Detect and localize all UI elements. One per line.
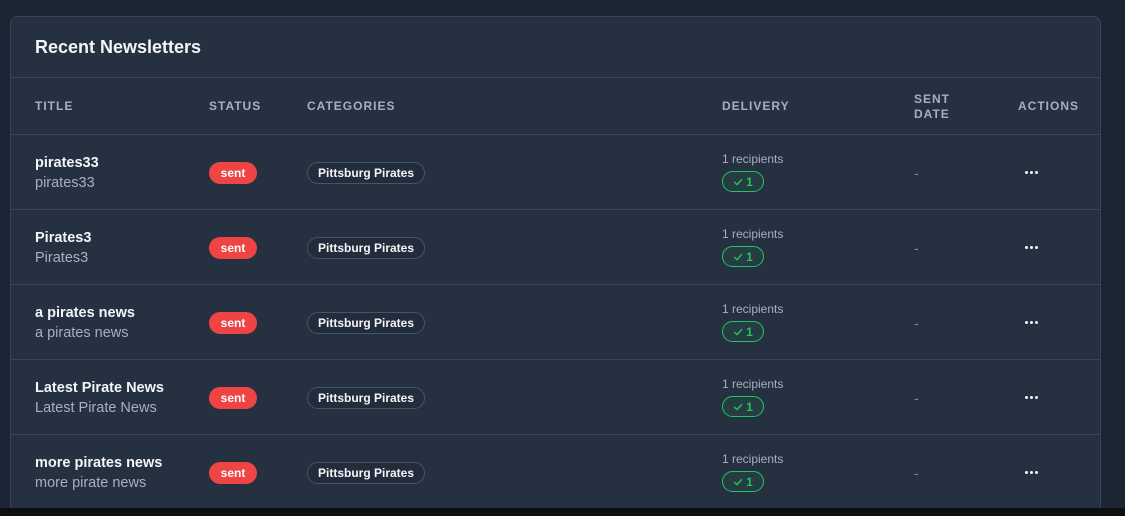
check-icon: [733, 403, 743, 410]
column-header-categories[interactable]: Categories: [307, 78, 395, 135]
column-header-actions: Actions: [1018, 99, 1079, 113]
newsletter-subtitle: a pirates news: [35, 324, 129, 341]
more-actions-button[interactable]: [1018, 163, 1044, 183]
newsletter-subtitle: more pirate news: [35, 474, 147, 491]
newsletter-title[interactable]: Latest Pirate News: [35, 378, 200, 398]
status-badge: sent: [209, 161, 257, 184]
column-header-sent-date[interactable]: Sent Date: [914, 78, 950, 135]
sent-date: -: [914, 239, 919, 256]
category-chip: Pittsburg Pirates: [307, 461, 426, 484]
delivered-count: 1: [746, 249, 753, 264]
newsletter-title[interactable]: a pirates news: [35, 303, 200, 323]
more-actions-button[interactable]: [1018, 313, 1044, 333]
recipients-count: 1 recipients: [722, 227, 784, 241]
status-badge: sent: [209, 311, 257, 334]
check-icon: [733, 178, 743, 185]
delivered-badge: 1: [722, 171, 764, 192]
category-chip: Pittsburg Pirates: [307, 161, 426, 184]
status-badge: sent: [209, 461, 257, 484]
sent-date: -: [914, 164, 919, 181]
card-title: Recent Newsletters: [11, 17, 1100, 78]
recipients-count: 1 recipients: [722, 152, 784, 166]
category-chip: Pittsburg Pirates: [307, 236, 426, 259]
more-horizontal-icon: [1024, 471, 1028, 474]
table-row[interactable]: Latest Pirate News Latest Pirate News se…: [11, 360, 1100, 435]
newsletter-title[interactable]: Pirates3: [35, 228, 200, 248]
category-chip: Pittsburg Pirates: [307, 386, 426, 409]
check-icon: [733, 328, 743, 335]
bottom-edge-bar: [0, 508, 1125, 516]
more-actions-button[interactable]: [1018, 238, 1044, 258]
sent-date: -: [914, 314, 919, 331]
table-row[interactable]: more pirates news more pirate news sent …: [11, 435, 1100, 510]
recipients-count: 1 recipients: [722, 377, 784, 391]
table-row[interactable]: Pirates3 Pirates3 sent Pittsburg Pirates…: [11, 210, 1100, 285]
status-badge: sent: [209, 386, 257, 409]
delivered-count: 1: [746, 474, 753, 489]
newsletters-card: Recent Newsletters Title Status Categori…: [10, 16, 1101, 516]
more-horizontal-icon: [1024, 171, 1028, 174]
table-row[interactable]: a pirates news a pirates news sent Pitts…: [11, 285, 1100, 360]
newsletter-subtitle: Pirates3: [35, 249, 89, 266]
table-body: pirates33 pirates33 sent Pittsburg Pirat…: [11, 135, 1100, 510]
check-icon: [733, 478, 743, 485]
sent-date: -: [914, 464, 919, 481]
more-horizontal-icon: [1024, 321, 1028, 324]
delivered-count: 1: [746, 399, 753, 414]
delivered-badge: 1: [722, 471, 764, 492]
newsletter-title[interactable]: pirates33: [35, 153, 200, 173]
status-badge: sent: [209, 236, 257, 259]
delivered-badge: 1: [722, 396, 764, 417]
sent-date: -: [914, 389, 919, 406]
newsletter-title[interactable]: more pirates news: [35, 453, 200, 473]
column-header-delivery[interactable]: Delivery: [722, 78, 790, 135]
more-actions-button[interactable]: [1018, 388, 1044, 408]
more-horizontal-icon: [1024, 396, 1028, 399]
table-row[interactable]: pirates33 pirates33 sent Pittsburg Pirat…: [11, 135, 1100, 210]
column-header-title[interactable]: Title: [35, 78, 73, 135]
check-icon: [733, 253, 743, 260]
more-actions-button[interactable]: [1018, 463, 1044, 483]
column-header-status[interactable]: Status: [209, 78, 261, 135]
delivered-badge: 1: [722, 246, 764, 267]
table-header: Title Status Categories Delivery Sent Da…: [11, 78, 1100, 135]
newsletter-subtitle: Latest Pirate News: [35, 399, 157, 416]
delivered-count: 1: [746, 324, 753, 339]
recipients-count: 1 recipients: [722, 302, 784, 316]
delivered-count: 1: [746, 174, 753, 189]
category-chip: Pittsburg Pirates: [307, 311, 426, 334]
recipients-count: 1 recipients: [722, 452, 784, 466]
delivered-badge: 1: [722, 321, 764, 342]
more-horizontal-icon: [1024, 246, 1028, 249]
newsletter-subtitle: pirates33: [35, 174, 95, 191]
